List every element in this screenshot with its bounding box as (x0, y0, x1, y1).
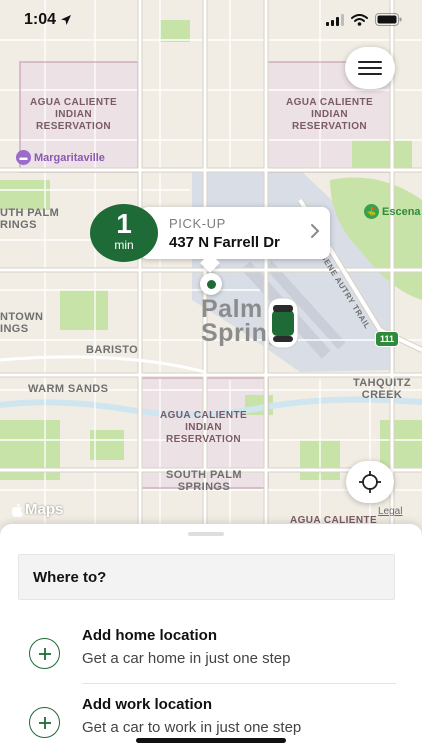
crosshair-icon (359, 471, 381, 493)
bottom-sheet: Where to? Add home location Get a car ho… (0, 524, 422, 750)
locate-button[interactable] (346, 461, 394, 503)
menu-button[interactable] (345, 47, 395, 89)
home-indicator[interactable] (136, 738, 286, 743)
add-home-location-row[interactable]: Add home location Get a car home in just… (0, 622, 422, 684)
map-label-neighborhood: WARM SANDS (28, 383, 109, 395)
map-label-neighborhood: TAHQUITZ CREEK (353, 377, 411, 401)
status-time: 1:04 (24, 11, 72, 29)
poi-escena[interactable]: ⛳ Escena (364, 204, 421, 219)
map-label-reservation: AGUA CALIENTE INDIAN RESERVATION (286, 97, 374, 132)
where-to-field[interactable]: Where to? (18, 554, 395, 600)
map-label-neighborhood: BARISTO (86, 344, 139, 356)
work-location-subtitle: Get a car to work in just one step (82, 719, 302, 736)
location-arrow-icon (61, 15, 72, 25)
golf-icon: ⛳ (364, 204, 379, 219)
home-location-title: Add home location (82, 627, 217, 644)
home-location-subtitle: Get a car home in just one step (82, 650, 291, 667)
add-icon (29, 638, 60, 669)
map-label-neighborhood: NTOWN INGS (0, 311, 44, 335)
divider (82, 683, 396, 684)
pickup-pin-icon[interactable] (200, 273, 222, 295)
status-indicators (326, 13, 402, 26)
wifi-icon (351, 13, 368, 26)
map-label-neighborhood: SOUTH PALM SPRINGS (166, 469, 242, 493)
battery-icon (375, 13, 402, 26)
maps-attribution: Maps (11, 501, 63, 518)
car-icon (267, 297, 299, 349)
add-icon (29, 707, 60, 738)
map-label-reservation: AGUA CALIENTE INDIAN RESERVATION (160, 410, 248, 445)
work-location-title: Add work location (82, 696, 213, 713)
pickup-card[interactable]: PICK-UP 437 N Farrell Dr (140, 207, 330, 273)
cellular-signal-icon (326, 13, 344, 26)
pickup-address: 437 N Farrell Dr (169, 234, 280, 251)
eta-unit: min (114, 238, 134, 252)
pickup-label: PICK-UP (169, 216, 226, 231)
sheet-grabber[interactable] (188, 532, 224, 536)
status-bar: 1:04 (0, 0, 422, 42)
map-label-reservation: AGUA CALIENTE INDIAN RESERVATION (30, 97, 118, 132)
legal-link[interactable]: Legal (378, 506, 402, 517)
bed-icon: ▬ (16, 150, 31, 165)
apple-logo-icon (11, 502, 23, 517)
highway-shield: 111 (375, 331, 399, 347)
chevron-right-icon (311, 224, 320, 238)
eta-badge: 1 min (90, 204, 158, 262)
poi-margaritaville[interactable]: ▬ Margaritaville (16, 150, 105, 165)
map-label-neighborhood: UTH PALM RINGS (0, 207, 60, 231)
eta-value: 1 (116, 208, 132, 239)
hamburger-menu-icon (358, 61, 382, 75)
